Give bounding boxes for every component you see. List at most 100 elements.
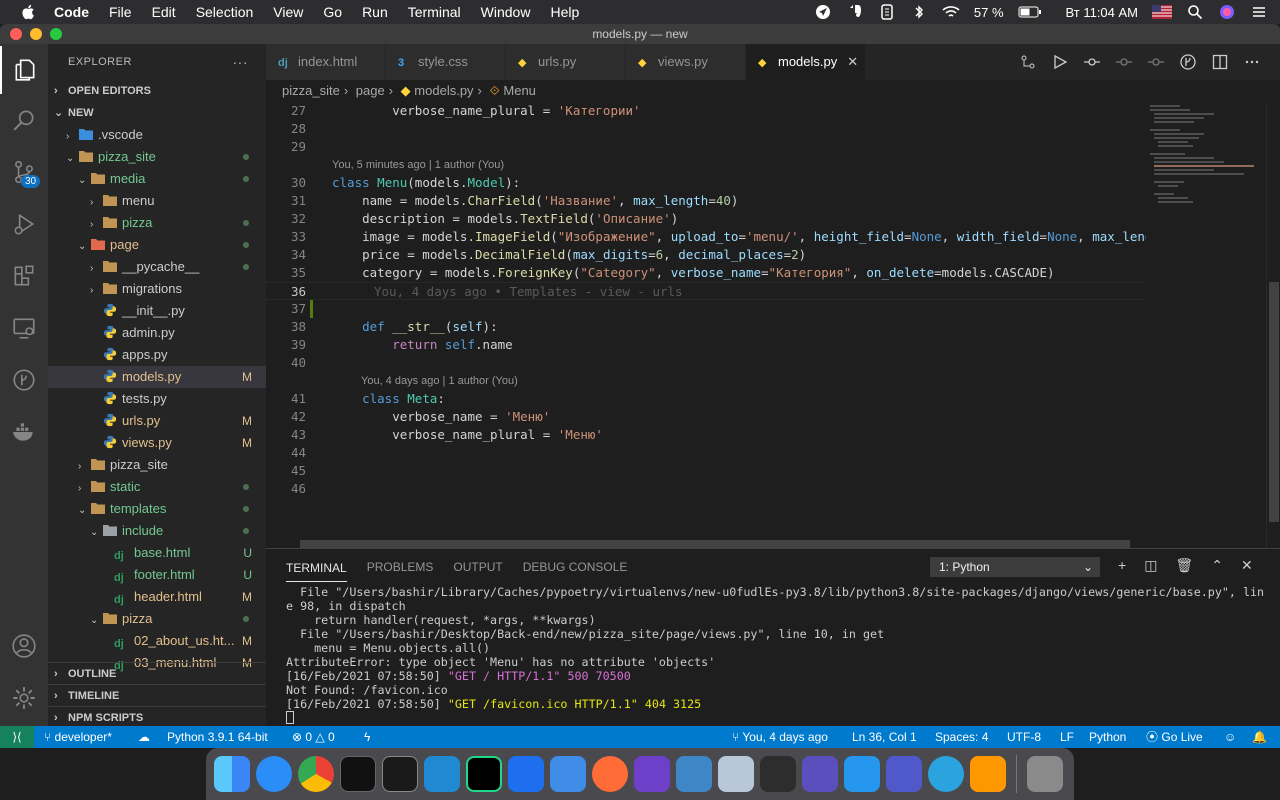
extensions-view-button[interactable] — [0, 252, 48, 300]
tree-item[interactable]: dj footer.html U — [48, 564, 266, 586]
tab-output[interactable]: OUTPUT — [453, 560, 502, 574]
explorer-more-actions-button[interactable]: ··· — [233, 44, 249, 80]
close-panel-icon[interactable]: ✕ — [1241, 557, 1253, 574]
navigation-icon[interactable] — [814, 4, 832, 20]
sublime-text-icon[interactable] — [970, 756, 1006, 792]
tree-item[interactable]: models.py M — [48, 366, 266, 388]
language-mode[interactable]: Python — [1089, 726, 1126, 748]
lightning-icon[interactable]: ϟ — [364, 726, 370, 748]
menu-view[interactable]: View — [273, 4, 303, 20]
tree-item[interactable]: views.py M — [48, 432, 266, 454]
postman-icon[interactable] — [592, 756, 628, 792]
explorer-view-button[interactable] — [0, 46, 48, 94]
tree-item[interactable]: admin.py — [48, 322, 266, 344]
tab-views-py[interactable]: ◆ views.py — [626, 44, 746, 80]
tree-item[interactable]: › .vscode — [48, 124, 266, 146]
maximize-panel-icon[interactable]: ⌃ — [1211, 557, 1223, 574]
keyboard-tray-icon[interactable] — [878, 4, 896, 20]
apple-icon[interactable] — [18, 4, 40, 20]
git-commit-icon[interactable] — [1084, 54, 1100, 70]
tree-item[interactable]: › pizza — [48, 212, 266, 234]
outline-section[interactable]: › OUTLINE — [48, 663, 266, 685]
remote-indicator-button[interactable]: ⟩⟨ — [0, 726, 34, 748]
menu-edit[interactable]: Edit — [152, 4, 176, 20]
tab-index-html[interactable]: dj index.html — [266, 44, 386, 80]
notifications-bell-icon[interactable]: 🔔 — [1252, 726, 1267, 748]
docker-view-button[interactable] — [0, 408, 48, 456]
chrome-icon[interactable] — [298, 756, 334, 792]
tree-item[interactable]: tests.py — [48, 388, 266, 410]
menu-terminal[interactable]: Terminal — [408, 4, 461, 20]
evernote-icon[interactable] — [846, 4, 864, 20]
close-window-button[interactable] — [10, 28, 22, 40]
new-terminal-icon[interactable]: + — [1118, 557, 1126, 574]
end-of-line[interactable]: LF — [1060, 726, 1074, 748]
tree-item[interactable]: › migrations — [48, 278, 266, 300]
dbeaver-icon[interactable] — [802, 756, 838, 792]
mongodb-compass-icon[interactable] — [760, 756, 796, 792]
cursor-position[interactable]: Ln 36, Col 1 — [852, 726, 917, 748]
terminal-output[interactable]: File "/Users/bashir/Library/Caches/pypoe… — [286, 585, 1276, 725]
tree-item[interactable]: › menu — [48, 190, 266, 212]
telegram-icon[interactable] — [928, 756, 964, 792]
tab-debug-console[interactable]: DEBUG CONSOLE — [523, 560, 628, 574]
breadcrumb-symbol[interactable]: Menu — [503, 83, 536, 98]
github-desktop-icon[interactable] — [634, 756, 670, 792]
trash-icon[interactable]: 🗑 — [1175, 557, 1193, 574]
instruments-icon[interactable] — [550, 756, 586, 792]
tab-terminal[interactable]: TERMINAL — [286, 561, 347, 582]
tree-item[interactable]: __init__.py — [48, 300, 266, 322]
tree-item[interactable]: › __pycache__ — [48, 256, 266, 278]
tab-problems[interactable]: PROBLEMS — [367, 560, 434, 574]
tree-item[interactable]: dj header.html M — [48, 586, 266, 608]
docker-icon[interactable] — [844, 756, 880, 792]
xcode-icon[interactable] — [508, 756, 544, 792]
menu-run[interactable]: Run — [362, 4, 388, 20]
wifi-icon[interactable] — [942, 4, 960, 20]
source-control-view-button[interactable]: 30 — [0, 148, 48, 196]
trash-icon[interactable] — [1027, 756, 1063, 792]
us-flag-icon[interactable] — [1152, 4, 1172, 20]
tree-item[interactable]: ⌄ page — [48, 234, 266, 256]
git-lens-icon[interactable] — [1180, 54, 1196, 70]
next-change-icon[interactable] — [1148, 54, 1164, 70]
battery-icon[interactable] — [1018, 4, 1042, 20]
menu-help[interactable]: Help — [550, 4, 579, 20]
split-terminal-icon[interactable]: ◫ — [1144, 557, 1157, 574]
problems-indicator[interactable]: ⊗ 0 △ 0 — [292, 726, 335, 748]
tab-models-py[interactable]: ◆ models.py ✕ — [746, 44, 866, 80]
git-graph-view-button[interactable] — [0, 356, 48, 404]
vscode-icon[interactable] — [424, 756, 460, 792]
feedback-icon[interactable]: ☺ — [1224, 726, 1236, 748]
close-tab-icon[interactable]: ✕ — [847, 54, 858, 69]
tab-style-css[interactable]: 3 style.css — [386, 44, 506, 80]
search-view-button[interactable] — [0, 96, 48, 144]
tree-item[interactable]: › static — [48, 476, 266, 498]
control-center-icon[interactable] — [1250, 4, 1268, 20]
tree-item[interactable]: ⌄ pizza_site — [48, 146, 266, 168]
menubar-clock[interactable]: Вт 11:04 AM — [1066, 5, 1138, 20]
menu-selection[interactable]: Selection — [196, 4, 254, 20]
encoding[interactable]: UTF-8 — [1007, 726, 1041, 748]
postgresql-icon[interactable] — [718, 756, 754, 792]
sync-icon[interactable]: ☁ — [138, 726, 150, 748]
activity-monitor-icon[interactable] — [340, 756, 376, 792]
remote-explorer-view-button[interactable] — [0, 304, 48, 352]
accounts-button[interactable] — [0, 622, 48, 670]
menu-file[interactable]: File — [109, 4, 132, 20]
run-debug-view-button[interactable] — [0, 200, 48, 248]
pgadmin-icon[interactable] — [676, 756, 712, 792]
zoom-window-button[interactable] — [50, 28, 62, 40]
breadcrumb-folder-page[interactable]: page — [356, 83, 385, 98]
tree-item[interactable]: dj 02_about_us.ht... M — [48, 630, 266, 652]
editor-horizontal-scrollbar[interactable] — [300, 540, 1130, 548]
pycharm-icon[interactable] — [466, 756, 502, 792]
go-live-button[interactable]: ⦿ Go Live — [1146, 726, 1203, 748]
breadcrumb-file[interactable]: models.py — [414, 83, 473, 98]
tree-item[interactable]: › pizza_site — [48, 454, 266, 476]
bluetooth-icon[interactable] — [910, 4, 928, 20]
tree-item[interactable]: ⌄ include — [48, 520, 266, 542]
siri-icon[interactable] — [1218, 4, 1236, 20]
scrollbar-thumb[interactable] — [1269, 282, 1279, 522]
terminal-icon[interactable] — [382, 756, 418, 792]
